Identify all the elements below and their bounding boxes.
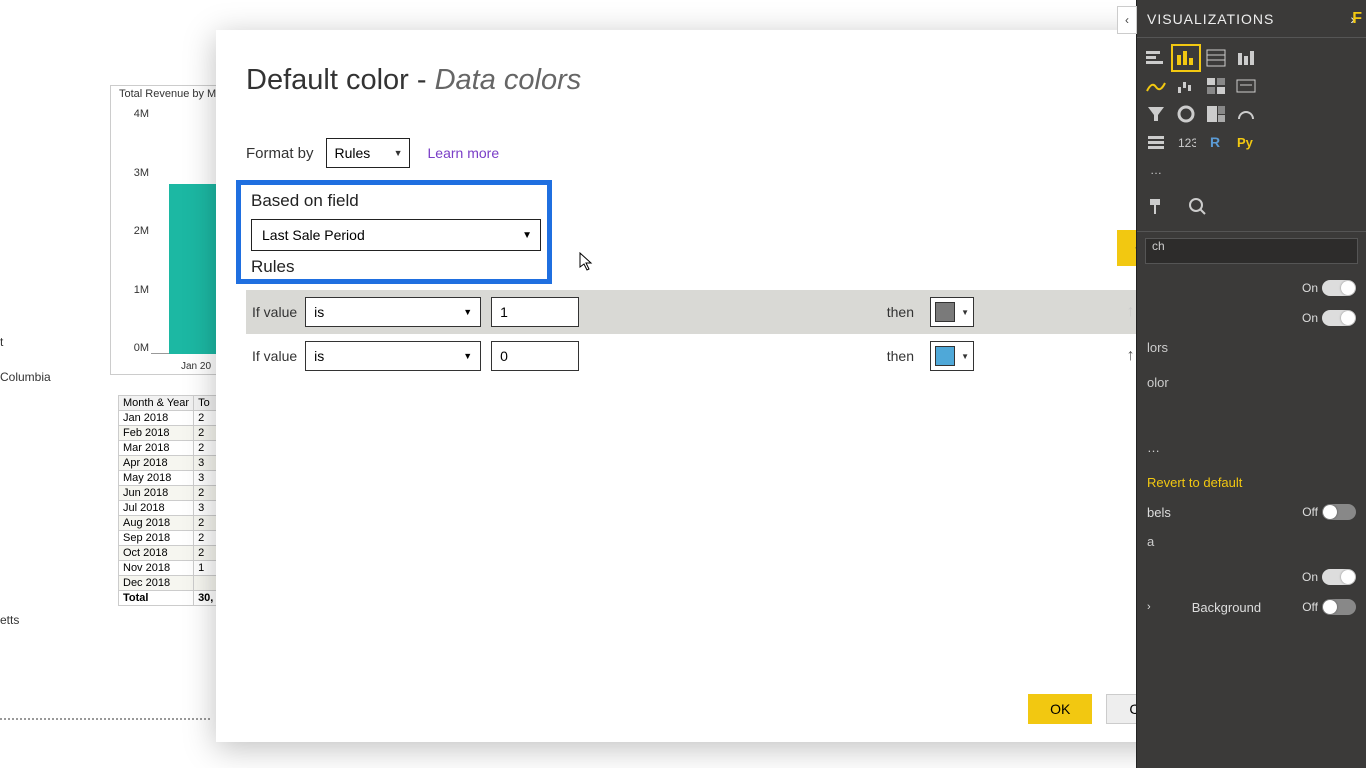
based-on-field-label: Based on field <box>251 191 537 211</box>
property-toggle[interactable] <box>1322 310 1356 326</box>
svg-text:Py: Py <box>1237 135 1254 150</box>
ok-button[interactable]: OK <box>1028 694 1092 724</box>
dialog-title: Default color - Data colors <box>246 64 581 97</box>
table-row: May 20183 <box>119 471 218 486</box>
rule-row[interactable]: If value is then ↑ ↓ ✕ <box>246 290 1196 334</box>
waterfall-icon[interactable] <box>1173 74 1199 98</box>
divider-dotted <box>0 718 210 720</box>
rule-value-input[interactable] <box>491 297 579 327</box>
ellipsis-row[interactable]: … <box>1137 400 1366 465</box>
cursor-icon <box>579 252 595 277</box>
plot-area-section[interactable]: a <box>1137 524 1366 559</box>
rules-list: If value is then ↑ ↓ ✕ If value is then … <box>246 290 1196 378</box>
table-row: Mar 20182 <box>119 441 218 456</box>
slicer-icon[interactable] <box>1143 130 1169 154</box>
stacked-bar-icon[interactable] <box>1143 46 1169 70</box>
pane-tabs <box>1137 190 1366 232</box>
table-row: Jul 20183 <box>119 501 218 516</box>
table-icon[interactable] <box>1203 46 1229 70</box>
data-labels-toggle[interactable] <box>1322 504 1356 520</box>
collapse-panel-button[interactable]: ‹ <box>1117 6 1137 34</box>
revert-to-default-link[interactable]: Revert to default <box>1137 465 1366 494</box>
data-colors-section[interactable]: lors <box>1137 330 1366 365</box>
property-toggle[interactable] <box>1322 280 1356 296</box>
table-row: Aug 20182 <box>119 516 218 531</box>
rule-operator-dropdown[interactable]: is <box>305 341 481 371</box>
ribbon-icon[interactable] <box>1143 74 1169 98</box>
table-row: Oct 20182 <box>119 546 218 561</box>
panel-title: VISUALIZATIONS <box>1147 11 1274 27</box>
funnel-icon[interactable] <box>1143 102 1169 126</box>
more-visuals-icon[interactable]: … <box>1143 158 1169 182</box>
table-row: Sep 20182 <box>119 531 218 546</box>
table-row: Apr 20183 <box>119 456 218 471</box>
donut-icon[interactable] <box>1173 102 1199 126</box>
python-visual-icon[interactable]: Py <box>1233 130 1259 154</box>
svg-text:123: 123 <box>1178 136 1196 150</box>
table-row: Feb 20182 <box>119 426 218 441</box>
bg-text-fragment: t <box>0 335 3 349</box>
format-by-label: Format by <box>246 145 314 162</box>
move-up-icon[interactable]: ↑ <box>1127 347 1135 365</box>
conditional-formatting-dialog: ✕ Default color - Data colors Format by … <box>216 30 1228 742</box>
move-up-icon: ↑ <box>1127 303 1135 321</box>
visual-type-gallery: 123 R Py … <box>1137 38 1366 190</box>
x-tick: Jan 20 <box>181 361 211 372</box>
rule-operator-dropdown[interactable]: is <box>305 297 481 327</box>
learn-more-link[interactable]: Learn more <box>428 145 500 161</box>
rules-section-label: Rules <box>251 257 537 277</box>
format-by-dropdown[interactable]: Rules <box>326 138 410 168</box>
chevron-right-icon: › <box>1147 601 1151 613</box>
rule-color-picker[interactable] <box>930 341 974 371</box>
svg-text:R: R <box>1210 134 1220 150</box>
clustered-column-icon[interactable] <box>1173 46 1199 70</box>
r-visual-icon[interactable]: R <box>1203 130 1229 154</box>
search-format-input[interactable]: ch <box>1145 238 1358 264</box>
analytics-tab-icon[interactable] <box>1187 196 1207 221</box>
rule-row[interactable]: If value is then ↑ ↓ ✕ <box>246 334 1196 378</box>
table-row: Nov 20181 <box>119 561 218 576</box>
y-axis: 4M 3M 2M 1M 0M <box>117 108 149 354</box>
background-toggle[interactable] <box>1322 599 1356 615</box>
table-row: Jan 20182 <box>119 411 218 426</box>
property-toggle[interactable] <box>1322 569 1356 585</box>
color-swatch <box>935 346 955 366</box>
background-table: Month & YearTo Jan 20182 Feb 20182 Mar 2… <box>118 395 218 606</box>
stacked-column-icon[interactable] <box>1233 46 1259 70</box>
treemap-icon[interactable] <box>1203 102 1229 126</box>
table-row: Jun 20182 <box>119 486 218 501</box>
kpi-icon[interactable]: 123 <box>1173 130 1199 154</box>
color-swatch <box>935 302 955 322</box>
card-icon[interactable] <box>1233 74 1259 98</box>
fields-panel-hint: F <box>1352 10 1362 28</box>
default-color-section[interactable]: olor <box>1137 365 1366 400</box>
table-total-row: Total30, <box>119 591 218 606</box>
chart-title: Total Revenue by M <box>119 88 216 100</box>
table-row: Dec 2018 <box>119 576 218 591</box>
rule-value-input[interactable] <box>491 341 579 371</box>
gauge-icon[interactable] <box>1233 102 1259 126</box>
rule-color-picker[interactable] <box>930 297 974 327</box>
visualizations-panel: ‹ VISUALIZATIONS › F 123 R Py … ch On On <box>1136 0 1366 768</box>
bg-text-fragment: Columbia <box>0 370 51 384</box>
format-tab-icon[interactable] <box>1147 196 1167 221</box>
based-on-field-highlight: Based on field Last Sale Period Rules <box>236 180 552 284</box>
based-on-field-dropdown[interactable]: Last Sale Period <box>251 219 541 251</box>
matrix-icon[interactable] <box>1203 74 1229 98</box>
bg-text-fragment: etts <box>0 613 19 627</box>
